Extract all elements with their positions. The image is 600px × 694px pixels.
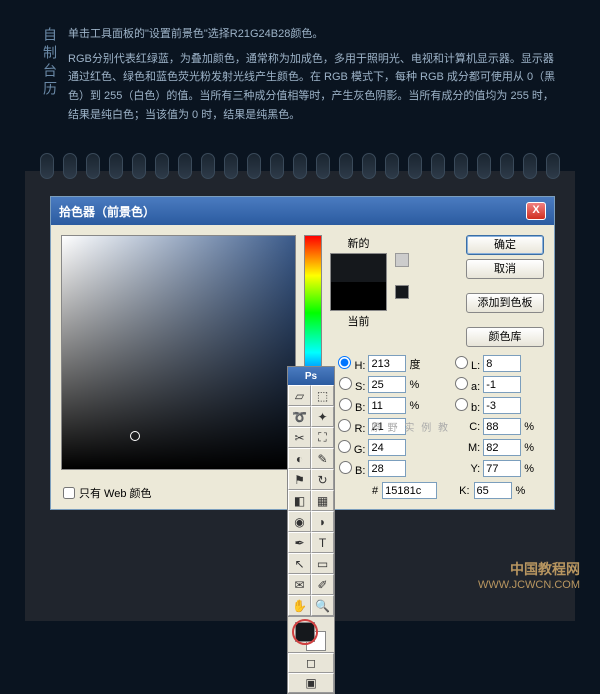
lasso-tool-icon[interactable]: ➰ bbox=[288, 406, 311, 427]
quickmask-icon[interactable]: ◻ bbox=[288, 653, 334, 673]
current-color-swatch[interactable] bbox=[331, 282, 386, 310]
hand-tool-icon[interactable]: ✋ bbox=[288, 595, 311, 616]
color-field[interactable] bbox=[61, 235, 296, 470]
shape-tool-icon[interactable]: ▭ bbox=[311, 553, 334, 574]
notes-tool-icon[interactable]: ✉ bbox=[288, 574, 311, 595]
input-y[interactable] bbox=[483, 460, 521, 477]
slice-tool-icon[interactable]: ⛶ bbox=[311, 427, 334, 448]
dialog-title-text: 拾色器（前景色） bbox=[59, 203, 155, 220]
new-label: 新的 bbox=[348, 235, 370, 251]
radio-bb[interactable] bbox=[339, 461, 352, 474]
radio-l[interactable] bbox=[455, 356, 468, 369]
radio-g[interactable] bbox=[338, 440, 351, 453]
input-hex[interactable] bbox=[382, 482, 437, 499]
zoom-tool-icon[interactable]: 🔍 bbox=[311, 595, 334, 616]
blur-tool-icon[interactable]: ◉ bbox=[288, 511, 311, 532]
wand-tool-icon[interactable]: ✦ bbox=[311, 406, 334, 427]
move-tool-icon[interactable]: ▱ bbox=[288, 385, 311, 406]
add-swatch-button[interactable]: 添加到色板 bbox=[466, 293, 544, 313]
history-brush-icon[interactable]: ↻ bbox=[311, 469, 334, 490]
instruction-line1: 单击工具面板的"设置前景色"选择R21G24B28颜色。 bbox=[68, 25, 560, 44]
radio-r[interactable] bbox=[338, 419, 351, 432]
radio-h[interactable] bbox=[338, 356, 351, 369]
input-bv[interactable] bbox=[368, 397, 406, 414]
input-g[interactable] bbox=[368, 439, 406, 456]
radio-s[interactable] bbox=[339, 377, 352, 390]
marquee-tool-icon[interactable]: ⬚ bbox=[311, 385, 334, 406]
input-h[interactable] bbox=[368, 355, 406, 372]
stamp-tool-icon[interactable]: ⚑ bbox=[288, 469, 311, 490]
dialog-titlebar[interactable]: 拾色器（前景色） X bbox=[51, 197, 554, 225]
input-s[interactable] bbox=[368, 376, 406, 393]
input-m[interactable] bbox=[483, 439, 521, 456]
crop-tool-icon[interactable]: ✂ bbox=[288, 427, 311, 448]
web-only-checkbox[interactable]: 只有 Web 颜色 bbox=[63, 485, 152, 501]
color-swatches[interactable] bbox=[288, 616, 334, 652]
radio-b[interactable] bbox=[455, 398, 468, 411]
input-bsm[interactable] bbox=[483, 397, 521, 414]
page-background: 原 野 实 例 教 拾色器（前景色） X 新的 当前 bbox=[25, 171, 575, 621]
heal-tool-icon[interactable]: ◐ bbox=[288, 448, 311, 469]
input-a[interactable] bbox=[483, 376, 521, 393]
tools-palette[interactable]: Ps ▱ ⬚ ➰ ✦ ✂ ⛶ ◐ ✎ ⚑ ↻ ◧ ▦ ◉ ◗ ✒ T ↖ ▭ ✉… bbox=[287, 366, 335, 694]
close-button[interactable]: X bbox=[526, 202, 546, 220]
watermark: 中国教程网 WWW.JCWCN.COM bbox=[478, 560, 580, 592]
current-label: 当前 bbox=[348, 313, 370, 329]
gradient-tool-icon[interactable]: ▦ bbox=[311, 490, 334, 511]
path-tool-icon[interactable]: ↖ bbox=[288, 553, 311, 574]
instruction-line2: RGB分别代表红绿蓝，为叠加颜色，通常称为加成色，多用于照明光、电视和计算机显示… bbox=[68, 50, 560, 125]
eraser-tool-icon[interactable]: ◧ bbox=[288, 490, 311, 511]
spiral-binding bbox=[0, 153, 600, 179]
input-bb[interactable] bbox=[368, 460, 406, 477]
toolbox-header[interactable]: Ps bbox=[288, 367, 334, 385]
color-libraries-button[interactable]: 颜色库 bbox=[466, 327, 544, 347]
radio-a[interactable] bbox=[455, 377, 468, 390]
radio-bv[interactable] bbox=[339, 398, 352, 411]
screenmode-icon[interactable]: ▣ bbox=[288, 673, 334, 693]
gamut-warning-icon[interactable] bbox=[395, 253, 409, 267]
faint-watermark: 原 野 实 例 教 bbox=[371, 419, 450, 434]
input-c[interactable] bbox=[483, 418, 521, 435]
brush-tool-icon[interactable]: ✎ bbox=[311, 448, 334, 469]
pen-tool-icon[interactable]: ✒ bbox=[288, 532, 311, 553]
ok-button[interactable]: 确定 bbox=[466, 235, 544, 255]
dodge-tool-icon[interactable]: ◗ bbox=[311, 511, 334, 532]
input-k[interactable] bbox=[474, 482, 512, 499]
page-title-vertical: 自制台历 bbox=[40, 25, 60, 130]
header-text: 单击工具面板的"设置前景色"选择R21G24B28颜色。 RGB分别代表红绿蓝，… bbox=[68, 25, 560, 130]
type-tool-icon[interactable]: T bbox=[311, 532, 334, 553]
cancel-button[interactable]: 取消 bbox=[466, 259, 544, 279]
new-color-swatch bbox=[331, 254, 386, 282]
hex-label: # bbox=[372, 485, 378, 497]
input-l[interactable] bbox=[483, 355, 521, 372]
eyedropper-icon[interactable]: ✐ bbox=[311, 574, 334, 595]
web-only-input[interactable] bbox=[63, 487, 75, 499]
websafe-swatch[interactable] bbox=[395, 285, 409, 299]
picker-indicator bbox=[130, 431, 140, 441]
